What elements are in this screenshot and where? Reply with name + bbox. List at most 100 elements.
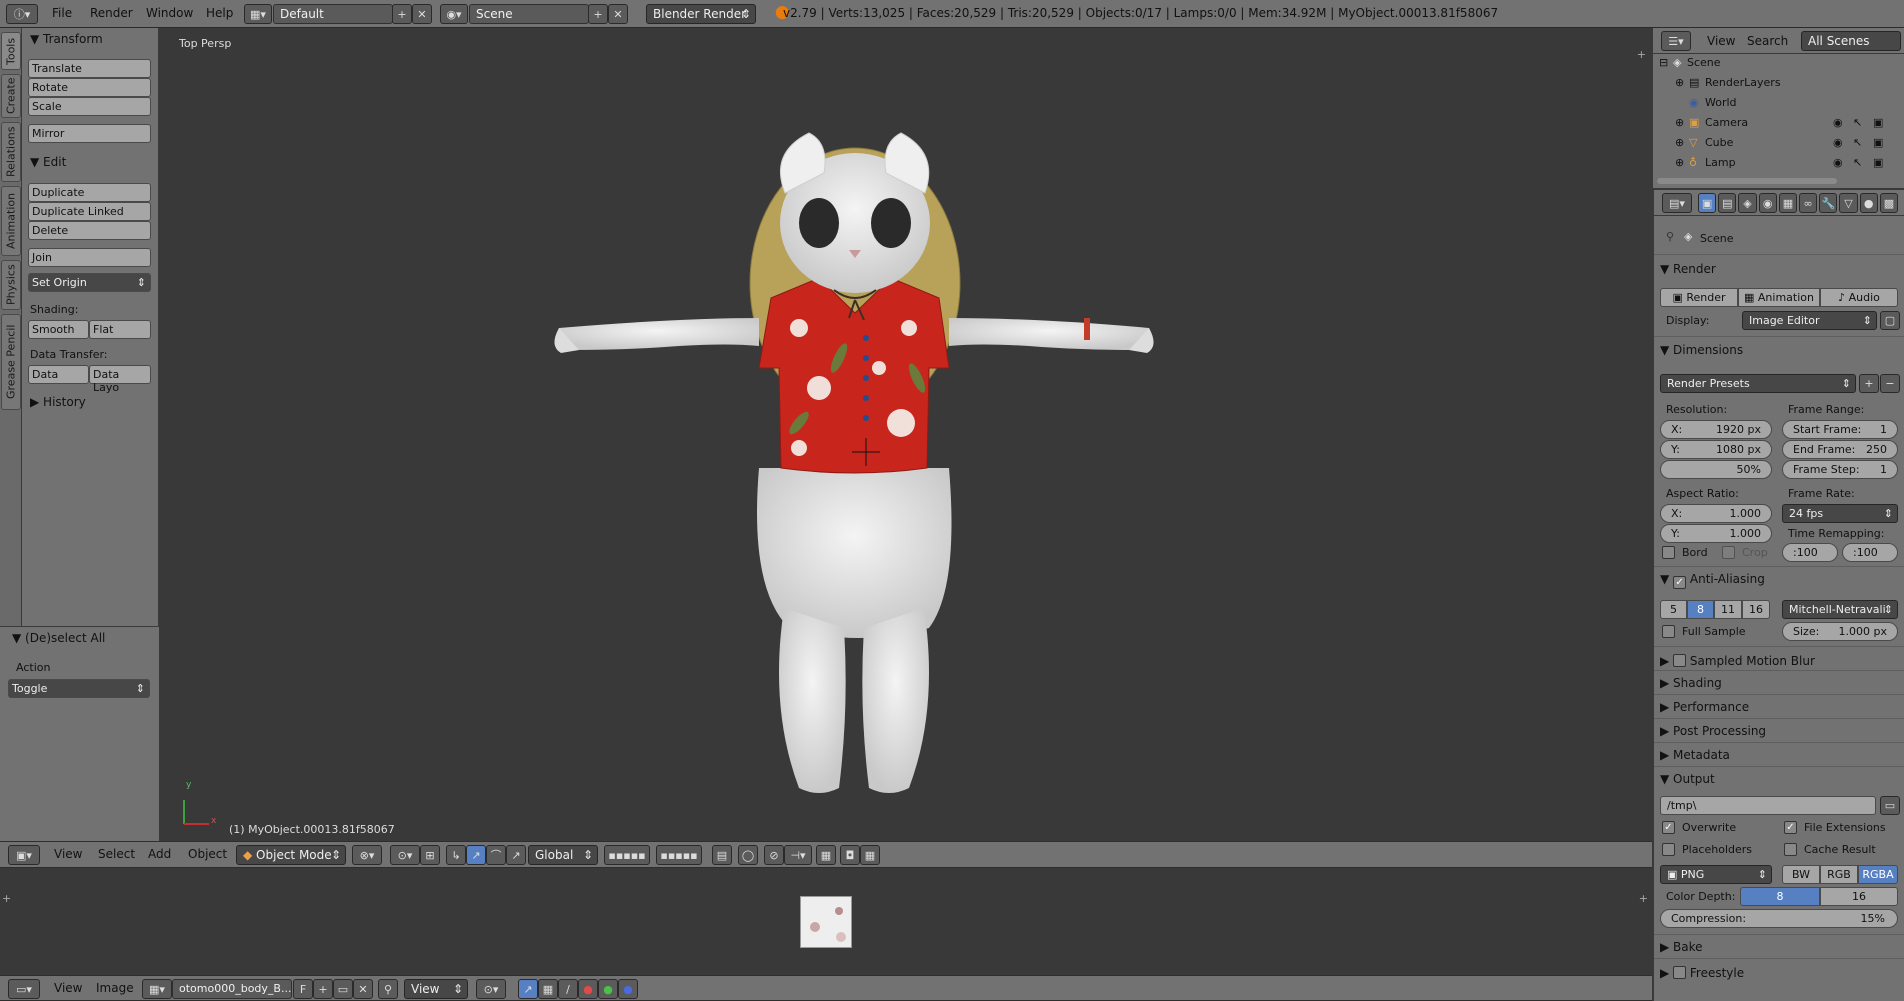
menu-file[interactable]: File (52, 6, 72, 20)
red-channel-icon[interactable]: ● (578, 979, 598, 999)
time-remap-new-field[interactable]: :100 (1842, 543, 1898, 562)
render-button[interactable]: ▣ Render (1660, 288, 1738, 307)
image-editor-type-icon[interactable]: ▭▾ (8, 979, 40, 999)
scale-button[interactable]: Scale (28, 97, 151, 116)
shading-panel-header[interactable]: ▶ Shading (1660, 676, 1722, 690)
editor-type-icon[interactable]: ⓘ▾ (6, 4, 38, 24)
aa-filter-select[interactable]: Mitchell-Netravali ⇕ (1782, 600, 1898, 619)
color-depth-8[interactable]: 8 (1740, 887, 1820, 906)
outliner-row-world[interactable]: ◉ World (1653, 96, 1891, 116)
outliner-filter-select[interactable]: All Scenes (1801, 31, 1901, 51)
render-panel-header[interactable]: ▼ Render (1660, 262, 1716, 276)
filter-size-field[interactable]: Size: 1.000 px (1782, 622, 1898, 641)
tab-tools[interactable]: Tools (1, 32, 21, 70)
post-processing-panel-header[interactable]: ▶ Post Processing (1660, 724, 1766, 738)
scene-icon[interactable]: ◉▾ (440, 4, 468, 24)
orientation-select[interactable]: Global ⇕ (528, 845, 598, 865)
image-view-menu[interactable]: View (54, 981, 82, 995)
file-format-select[interactable]: ▣ PNG ⇕ (1660, 865, 1772, 884)
new-image-icon[interactable]: + (313, 979, 333, 999)
add-preset-icon[interactable]: + (1859, 374, 1879, 393)
start-frame-field[interactable]: Start Frame: 1 (1782, 420, 1898, 439)
visibility-eye-icon[interactable]: ◉ (1833, 136, 1843, 149)
cache-result-checkbox[interactable] (1784, 843, 1797, 856)
proportional-edit-icon[interactable]: ◯ (738, 845, 758, 865)
mode-select[interactable]: ◆ Object Mode ⇕ (236, 845, 346, 865)
pivot-image-icon[interactable]: ⊙▾ (476, 979, 506, 999)
operator-header[interactable]: ▼ (De)select All (12, 631, 105, 645)
properties-type-icon[interactable]: ▤▾ (1662, 193, 1692, 213)
uv-sync-icon[interactable]: ↗ (518, 979, 538, 999)
data-context-icon[interactable]: ▽ (1839, 193, 1858, 213)
outliner-scrollbar[interactable] (1657, 178, 1837, 184)
audio-button[interactable]: ♪ Audio (1820, 288, 1898, 307)
visibility-eye-icon[interactable]: ◉ (1833, 156, 1843, 169)
outliner-type-icon[interactable]: ☰▾ (1661, 31, 1691, 51)
smooth-button[interactable]: Smooth (28, 320, 89, 339)
pivot-icon[interactable]: ⊙▾ (390, 845, 420, 865)
selectable-arrow-icon[interactable]: ↖ (1853, 136, 1862, 149)
compression-slider[interactable]: Compression: 15% (1660, 909, 1898, 928)
animation-button[interactable]: ▦ Animation (1738, 288, 1820, 307)
motion-blur-checkbox[interactable] (1673, 654, 1687, 667)
opengl-render-icon[interactable]: ▦ (816, 845, 836, 865)
remove-preset-icon[interactable]: − (1880, 374, 1900, 393)
aa-samples-16[interactable]: 16 (1742, 600, 1770, 619)
outliner-row-camera[interactable]: ⊕ ▣ Camera ◉ ↖ ▣ (1653, 116, 1891, 136)
outliner-row-scene[interactable]: ⊟ ◈ Scene (1653, 56, 1891, 76)
color-mode-rgb[interactable]: RGB (1820, 865, 1858, 884)
unlink-image-icon[interactable]: ✕ (353, 979, 373, 999)
world-context-icon[interactable]: ◉ (1758, 193, 1777, 213)
modifiers-context-icon[interactable]: 🔧 (1819, 193, 1838, 213)
widget-toggle-icon[interactable]: ↗ (506, 845, 526, 865)
outliner-row-cube[interactable]: ⊕ ▽ Cube ◉ ↖ ▣ (1653, 136, 1891, 156)
tab-relations[interactable]: Relations (1, 122, 21, 182)
overwrite-checkbox[interactable]: ✓ (1662, 821, 1675, 834)
image-editor-plus-icon[interactable]: + (2, 892, 11, 905)
mirror-button[interactable]: Mirror (28, 124, 151, 143)
pin-image-icon[interactable]: ⚲ (378, 979, 398, 999)
render-engine-select[interactable]: Blender Render ⇕ (646, 4, 756, 24)
viewport-shading-icon[interactable]: ⊗▾ (352, 845, 382, 865)
file-extensions-checkbox[interactable]: ✓ (1784, 821, 1797, 834)
translate-widget-icon[interactable]: ↳ (446, 845, 466, 865)
resolution-percentage-slider[interactable]: 50% (1660, 460, 1772, 479)
outliner-search-menu[interactable]: Search (1747, 34, 1788, 48)
join-button[interactable]: Join (28, 248, 151, 267)
remove-layout-icon[interactable]: ✕ (412, 4, 432, 24)
action-select[interactable]: Toggle ⇕ (8, 679, 150, 698)
crop-checkbox[interactable] (1722, 546, 1735, 559)
renderable-camera-icon[interactable]: ▣ (1873, 136, 1883, 149)
frame-step-field[interactable]: Frame Step: 1 (1782, 460, 1898, 479)
time-remap-old-field[interactable]: :100 (1782, 543, 1838, 562)
folder-browse-icon[interactable]: ▭ (1880, 796, 1900, 815)
layer-lock-icon[interactable]: ▤ (712, 845, 732, 865)
object-menu[interactable]: Object (188, 847, 227, 861)
transform-panel-header[interactable]: ▼ Transform (30, 32, 103, 46)
set-origin-select[interactable]: Set Origin ⇕ (28, 273, 151, 292)
placeholders-checkbox[interactable] (1662, 843, 1675, 856)
view-menu[interactable]: View (54, 847, 82, 861)
flat-button[interactable]: Flat (89, 320, 151, 339)
frame-rate-select[interactable]: 24 fps ⇕ (1782, 504, 1898, 523)
layout-field[interactable]: Default (273, 4, 393, 24)
end-frame-field[interactable]: End Frame: 250 (1782, 440, 1898, 459)
menu-window[interactable]: Window (146, 6, 193, 20)
rotate-widget-icon[interactable]: ↗ (466, 845, 486, 865)
layout-icon[interactable]: ▦▾ (244, 4, 272, 24)
history-panel-header[interactable]: ▶ History (30, 395, 86, 409)
display-select[interactable]: Image Editor ⇕ (1742, 311, 1877, 330)
anti-aliasing-panel-header[interactable]: ▼ ✓ Anti-Aliasing (1660, 572, 1765, 589)
border-checkbox[interactable] (1662, 546, 1675, 559)
render-context-icon[interactable]: ▣ (1698, 193, 1717, 213)
duplicate-linked-button[interactable]: Duplicate Linked (28, 202, 151, 221)
render-anim-icon[interactable]: ▦ (860, 845, 880, 865)
motion-blur-panel-header[interactable]: ▶ Sampled Motion Blur (1660, 652, 1815, 668)
remove-scene-icon[interactable]: ✕ (608, 4, 628, 24)
object-context-icon[interactable]: ▦ (1778, 193, 1798, 213)
duplicate-button[interactable]: Duplicate (28, 183, 151, 202)
renderable-camera-icon[interactable]: ▣ (1873, 116, 1883, 129)
constraints-context-icon[interactable]: ∞ (1799, 193, 1818, 213)
resolution-x-field[interactable]: X: 1920 px (1660, 420, 1772, 439)
display-window-icon[interactable]: ▢ (1880, 311, 1900, 330)
